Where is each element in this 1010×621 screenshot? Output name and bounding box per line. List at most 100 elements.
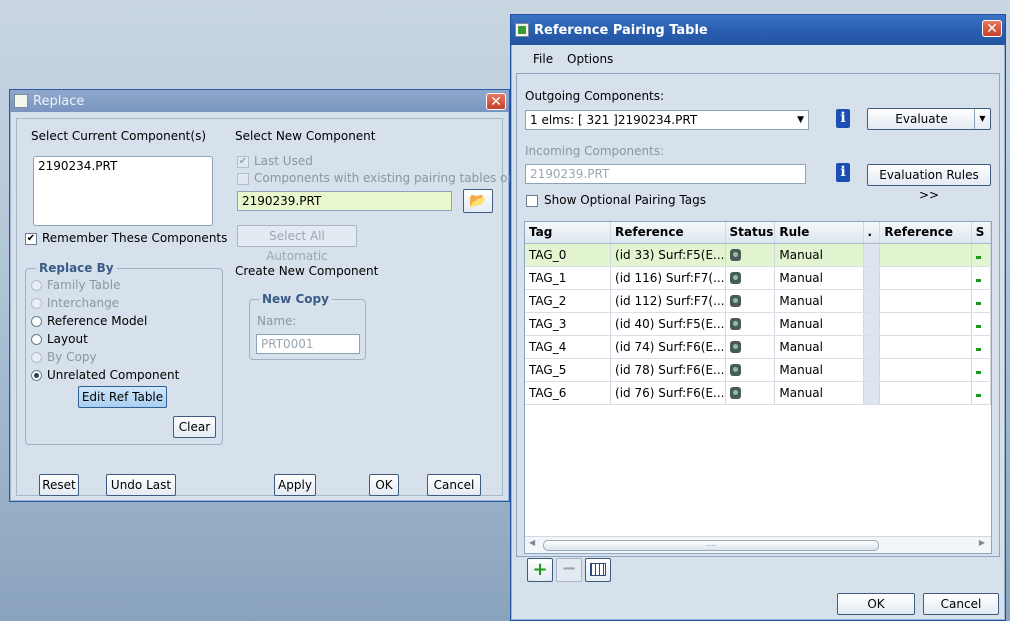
table-row[interactable]: TAG_0 (id 33) Surf:F5(E... Manual	[525, 243, 991, 267]
radio-family-table[interactable]	[31, 280, 42, 291]
reference-cell: (id 74) Surf:F6(E...	[610, 335, 726, 359]
menu-file[interactable]: File	[533, 52, 553, 66]
reference-2-cell	[879, 335, 972, 359]
rule-cell: Manual	[774, 266, 864, 290]
status-cell	[725, 381, 776, 405]
close-icon[interactable]: ✕	[982, 20, 1002, 37]
remove-icon[interactable]: −	[556, 558, 582, 582]
tag-cell: TAG_6	[525, 381, 612, 405]
replace-dialog: Replace ✕ Select Current Component(s) 21…	[9, 89, 525, 502]
info-icon[interactable]: i	[836, 109, 850, 128]
table-row[interactable]: TAG_3 (id 40) Surf:F5(E... Manual	[525, 312, 991, 336]
outgoing-combobox[interactable]: 1 elms: [ 321 ]2190234.PRT ▼	[525, 110, 809, 130]
select-all-automatic-button[interactable]: Select All Automatic	[237, 225, 357, 263]
ok-button[interactable]: OK	[837, 593, 915, 615]
radio-by-copy[interactable]	[31, 352, 42, 363]
table-columns-icon[interactable]	[585, 558, 611, 582]
select-new-label: Select New Component	[235, 129, 376, 143]
chevron-down-icon[interactable]: ▼	[797, 111, 804, 129]
reference-cell: (id 116) Surf:F7(...	[610, 266, 726, 290]
table-header-row: Tag Reference Status Rule . Reference S	[525, 222, 991, 244]
remember-checkbox[interactable]: ✔	[25, 233, 37, 245]
lock-icon	[729, 364, 741, 376]
tag-cell: TAG_2	[525, 289, 612, 313]
reference-cell: (id 76) Surf:F6(E...	[610, 381, 726, 405]
col-tag[interactable]: Tag	[525, 222, 612, 244]
col-dot[interactable]: .	[863, 222, 881, 244]
apply-button[interactable]: Apply	[274, 474, 316, 496]
new-component-field[interactable]: 2190239.PRT	[237, 191, 452, 211]
existing-pairing-checkbox[interactable]	[237, 173, 249, 185]
reset-button[interactable]: Reset	[39, 474, 79, 496]
table-row[interactable]: TAG_4 (id 74) Surf:F6(E... Manual	[525, 335, 991, 359]
scrollbar-thumb[interactable]: ....	[543, 540, 879, 551]
chevron-down-icon[interactable]: ▼	[974, 109, 990, 129]
rule-cell: Manual	[774, 381, 864, 405]
cancel-button[interactable]: Cancel	[427, 474, 481, 496]
edit-ref-table-button[interactable]: Edit Ref Table	[78, 386, 167, 408]
ok-button[interactable]: OK	[369, 474, 399, 496]
undo-last-button[interactable]: Undo Last	[106, 474, 176, 496]
status-mark-icon	[975, 255, 981, 259]
radio-layout[interactable]	[31, 334, 42, 345]
table-row[interactable]: TAG_1 (id 116) Surf:F7(... Manual	[525, 266, 991, 290]
open-folder-icon[interactable]: 📂	[463, 189, 493, 213]
rpt-titlebar[interactable]: Reference Pairing Table ✕	[511, 15, 1005, 45]
option-unrelated-component: Unrelated Component	[47, 368, 180, 382]
status-mark-icon	[975, 278, 981, 282]
s-cell	[971, 266, 991, 290]
show-optional-label: Show Optional Pairing Tags	[544, 193, 706, 207]
status-cell	[725, 358, 776, 382]
tag-cell: TAG_1	[525, 266, 612, 290]
evaluation-rules-button[interactable]: Evaluation Rules >>	[867, 164, 991, 202]
dot-cell	[863, 312, 881, 336]
status-mark-icon	[975, 393, 981, 397]
table-row[interactable]: TAG_6 (id 76) Surf:F6(E... Manual	[525, 381, 991, 405]
show-optional-checkbox[interactable]	[526, 195, 538, 207]
scroll-left-icon[interactable]: ◀	[529, 538, 535, 547]
tag-cell: TAG_4	[525, 335, 612, 359]
status-mark-icon	[975, 324, 981, 328]
rule-cell: Manual	[774, 335, 864, 359]
clear-button[interactable]: Clear	[173, 416, 216, 438]
reference-2-cell	[879, 289, 972, 313]
reference-2-cell	[879, 381, 972, 405]
cancel-button[interactable]: Cancel	[923, 593, 999, 615]
dot-cell	[863, 289, 881, 313]
status-mark-icon	[975, 301, 981, 305]
radio-interchange[interactable]	[31, 298, 42, 309]
lock-icon	[729, 387, 741, 399]
scroll-right-icon[interactable]: ▶	[979, 538, 985, 547]
reference-2-cell	[879, 266, 972, 290]
reference-cell: (id 78) Surf:F6(E...	[610, 358, 726, 382]
horizontal-scrollbar[interactable]: ◀ .... ▶	[525, 536, 991, 553]
reference-cell: (id 33) Surf:F5(E...	[610, 243, 726, 267]
reference-2-cell	[879, 243, 972, 267]
col-rule[interactable]: Rule	[774, 222, 864, 244]
incoming-field[interactable]: 2190239.PRT	[525, 164, 806, 184]
col-reference-2[interactable]: Reference	[879, 222, 972, 244]
info-icon[interactable]: i	[836, 163, 850, 182]
add-icon[interactable]: +	[527, 558, 553, 582]
col-status[interactable]: Status	[725, 222, 776, 244]
tag-cell: TAG_5	[525, 358, 612, 382]
current-list-item[interactable]: 2190234.PRT	[38, 157, 212, 175]
last-used-checkbox[interactable]: ✔	[237, 156, 249, 168]
radio-unrelated-component[interactable]	[31, 370, 42, 381]
status-cell	[725, 243, 776, 267]
option-reference-model: Reference Model	[47, 314, 148, 328]
replace-titlebar[interactable]: Replace ✕	[10, 90, 509, 112]
col-reference[interactable]: Reference	[610, 222, 726, 244]
s-cell	[971, 243, 991, 267]
table-row[interactable]: TAG_5 (id 78) Surf:F6(E... Manual	[525, 358, 991, 382]
col-s[interactable]: S	[971, 222, 991, 244]
radio-reference-model[interactable]	[31, 316, 42, 327]
lock-icon	[729, 249, 741, 261]
evaluate-button[interactable]: Evaluate ▼	[867, 108, 991, 130]
close-icon[interactable]: ✕	[486, 93, 506, 110]
name-field[interactable]: PRT0001	[256, 334, 360, 354]
menu-options[interactable]: Options	[567, 52, 613, 66]
table-row[interactable]: TAG_2 (id 112) Surf:F7(... Manual	[525, 289, 991, 313]
dot-cell	[863, 381, 881, 405]
current-components-list[interactable]: 2190234.PRT	[33, 156, 213, 226]
